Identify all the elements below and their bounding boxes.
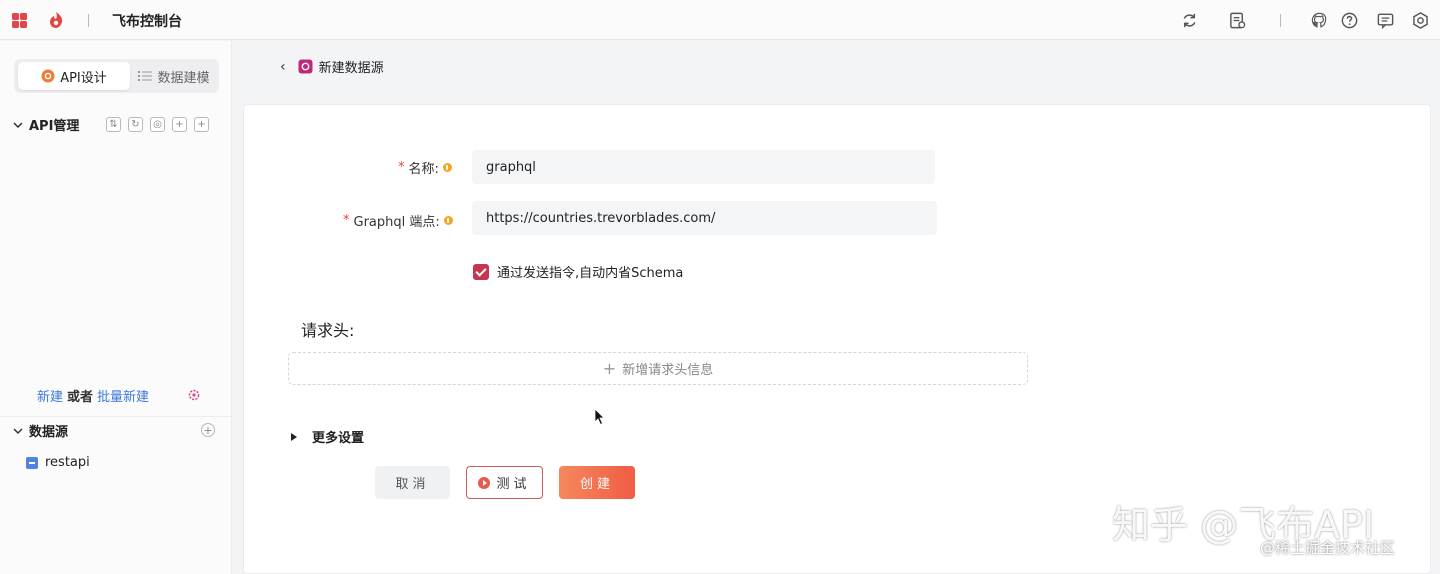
app-title: 飞布控制台 [112,14,182,30]
add-request-header-button[interactable]: + 新增请求头信息 [288,352,1028,385]
settings-icon[interactable]: ◎ [150,117,165,132]
name-input[interactable]: graphql [472,150,935,184]
page-title: 新建数据源 [318,61,384,76]
tab-data-modeling-label: 数据建模 [157,70,210,86]
more-settings-toggle[interactable]: 更多设置 [291,427,364,446]
more-settings-label: 更多设置 [312,431,365,446]
filter-icon[interactable]: ⇅ [106,117,121,132]
grid-icon[interactable] [12,13,27,28]
tab-api-design[interactable]: API设计 [18,62,130,90]
refresh-icon[interactable] [1180,11,1199,30]
top-bar: 飞布控制台 [0,0,1440,40]
chevron-down-icon [13,427,23,434]
api-management-label: API管理 [29,119,80,134]
or-text: 或者 [67,390,94,405]
sidebar-tab-switch: API设计 数据建模 [14,59,219,93]
github-icon[interactable] [1310,11,1329,30]
datasource-pink-icon [298,59,313,74]
settings-icon[interactable] [1411,11,1430,30]
api-management-actions: ⇅ ↻ ◎ + + [106,117,209,132]
watermark-sub: @稀土掘金技术社区 [1260,539,1396,557]
name-label-text: 名称: [408,162,439,177]
info-icon[interactable] [443,216,453,225]
add-folder-icon[interactable]: + [172,117,187,132]
test-button[interactable]: 测试 [466,466,543,499]
required-mark: * [398,160,405,175]
separator [88,14,89,27]
message-icon[interactable] [1376,11,1395,30]
help-icon[interactable] [1340,11,1359,30]
page-header: ‹ 新建数据源 [280,57,384,77]
mouse-cursor-icon [594,408,605,426]
info-icon[interactable] [442,163,452,172]
chevron-left-icon[interactable]: ‹ [280,59,286,75]
list-icon [138,71,153,81]
logo-icon[interactable] [47,11,65,29]
datasource-item-label: restapi [45,455,90,470]
log-icon[interactable] [1228,11,1247,30]
endpoint-field-label: * Graphql 端点: [343,211,453,230]
datasource-item[interactable]: restapi [26,455,90,470]
test-button-label: 测试 [496,477,531,492]
refresh-icon[interactable]: ↻ [128,117,143,132]
add-icon[interactable]: + [194,117,209,132]
tab-api-design-label: API设计 [60,70,107,86]
add-request-header-label: 新增请求头信息 [622,363,714,378]
introspect-checkbox[interactable] [473,263,489,280]
new-api-link[interactable]: 新建 [37,386,63,405]
datasource-label: 数据源 [29,425,69,440]
separator [1280,14,1281,27]
add-datasource-icon[interactable]: + [201,423,215,437]
create-button[interactable]: 创建 [559,466,635,499]
tab-data-modeling[interactable]: 数据建模 [132,62,216,90]
required-mark: * [343,213,350,228]
sidebar-divider [0,416,231,417]
request-headers-title: 请求头: [301,321,355,340]
endpoint-label-text: Graphql 端点: [353,215,440,230]
sidebar: API设计 数据建模 API管理 ⇅ ↻ ◎ + + 新建 或者 批量新建 数据… [0,41,232,574]
cancel-button[interactable]: 取消 [375,466,450,499]
endpoint-input[interactable]: https://countries.trevorblades.com/ [472,201,937,235]
datasource-section[interactable]: 数据源 [12,421,68,440]
datasource-icon [26,456,38,469]
new-api-row: 新建 或者 批量新建 [37,386,149,405]
introspect-checkbox-row[interactable]: 通过发送指令,自动内省Schema [473,262,683,281]
batch-new-link[interactable]: 批量新建 [97,386,149,405]
api-management-section[interactable]: API管理 [12,115,79,134]
play-icon [478,476,491,489]
name-field-label: * 名称: [398,158,452,177]
chevron-down-icon [13,121,23,128]
api-design-icon [41,69,55,83]
gear-icon[interactable] [187,388,201,402]
plus-icon: + [602,359,617,378]
caret-right-icon [291,432,297,441]
introspect-label: 通过发送指令,自动内省Schema [497,266,684,281]
